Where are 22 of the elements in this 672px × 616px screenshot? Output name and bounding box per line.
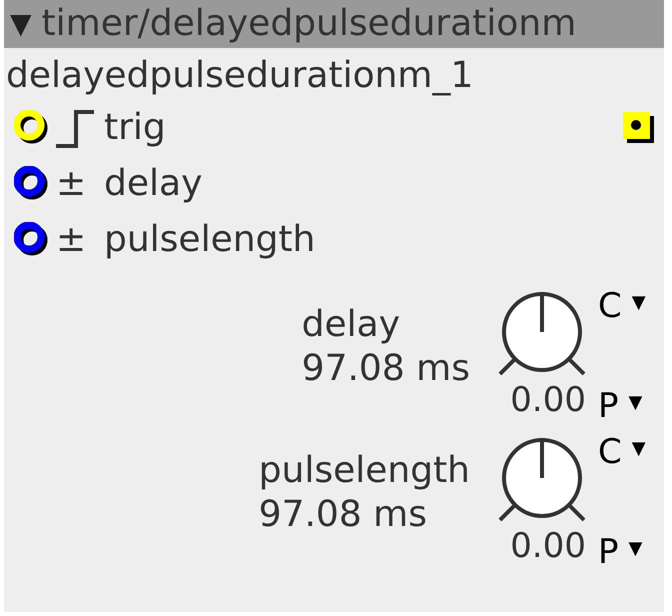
collapse-toggle[interactable]: ▼ xyxy=(10,10,32,38)
inlet-jack-icon[interactable] xyxy=(14,110,50,146)
param-value: 97.08 ms xyxy=(302,347,470,391)
parameter-mode-dropdown[interactable]: P ▼ xyxy=(598,388,658,424)
knob-value: 0.00 xyxy=(510,380,586,420)
signal-type-symbol: ± xyxy=(56,162,88,206)
object-type: timer/delayedpulsedurationm xyxy=(42,6,576,42)
param-label: delay xyxy=(302,303,402,347)
inlet-jack-icon[interactable] xyxy=(14,166,50,202)
outlet-jack-icon[interactable] xyxy=(622,111,656,145)
parameter-mode-dropdown[interactable]: P ▼ xyxy=(598,534,658,570)
param-value: 97.08 ms xyxy=(258,493,428,537)
signal-type-symbol: ± xyxy=(56,218,88,262)
control-mode-dropdown[interactable]: C ▼ xyxy=(598,288,658,324)
inlet-label: delay xyxy=(104,162,202,206)
inlet-jack-icon[interactable] xyxy=(14,222,50,258)
inlet-label: trig xyxy=(104,106,166,150)
knob-value: 0.00 xyxy=(510,526,586,566)
instance-name: delayedpulsedurationm_1 xyxy=(6,55,474,96)
control-mode-dropdown[interactable]: C ▼ xyxy=(598,434,658,470)
param-label: pulselength xyxy=(258,449,470,493)
inlet-label: pulselength xyxy=(104,218,316,262)
